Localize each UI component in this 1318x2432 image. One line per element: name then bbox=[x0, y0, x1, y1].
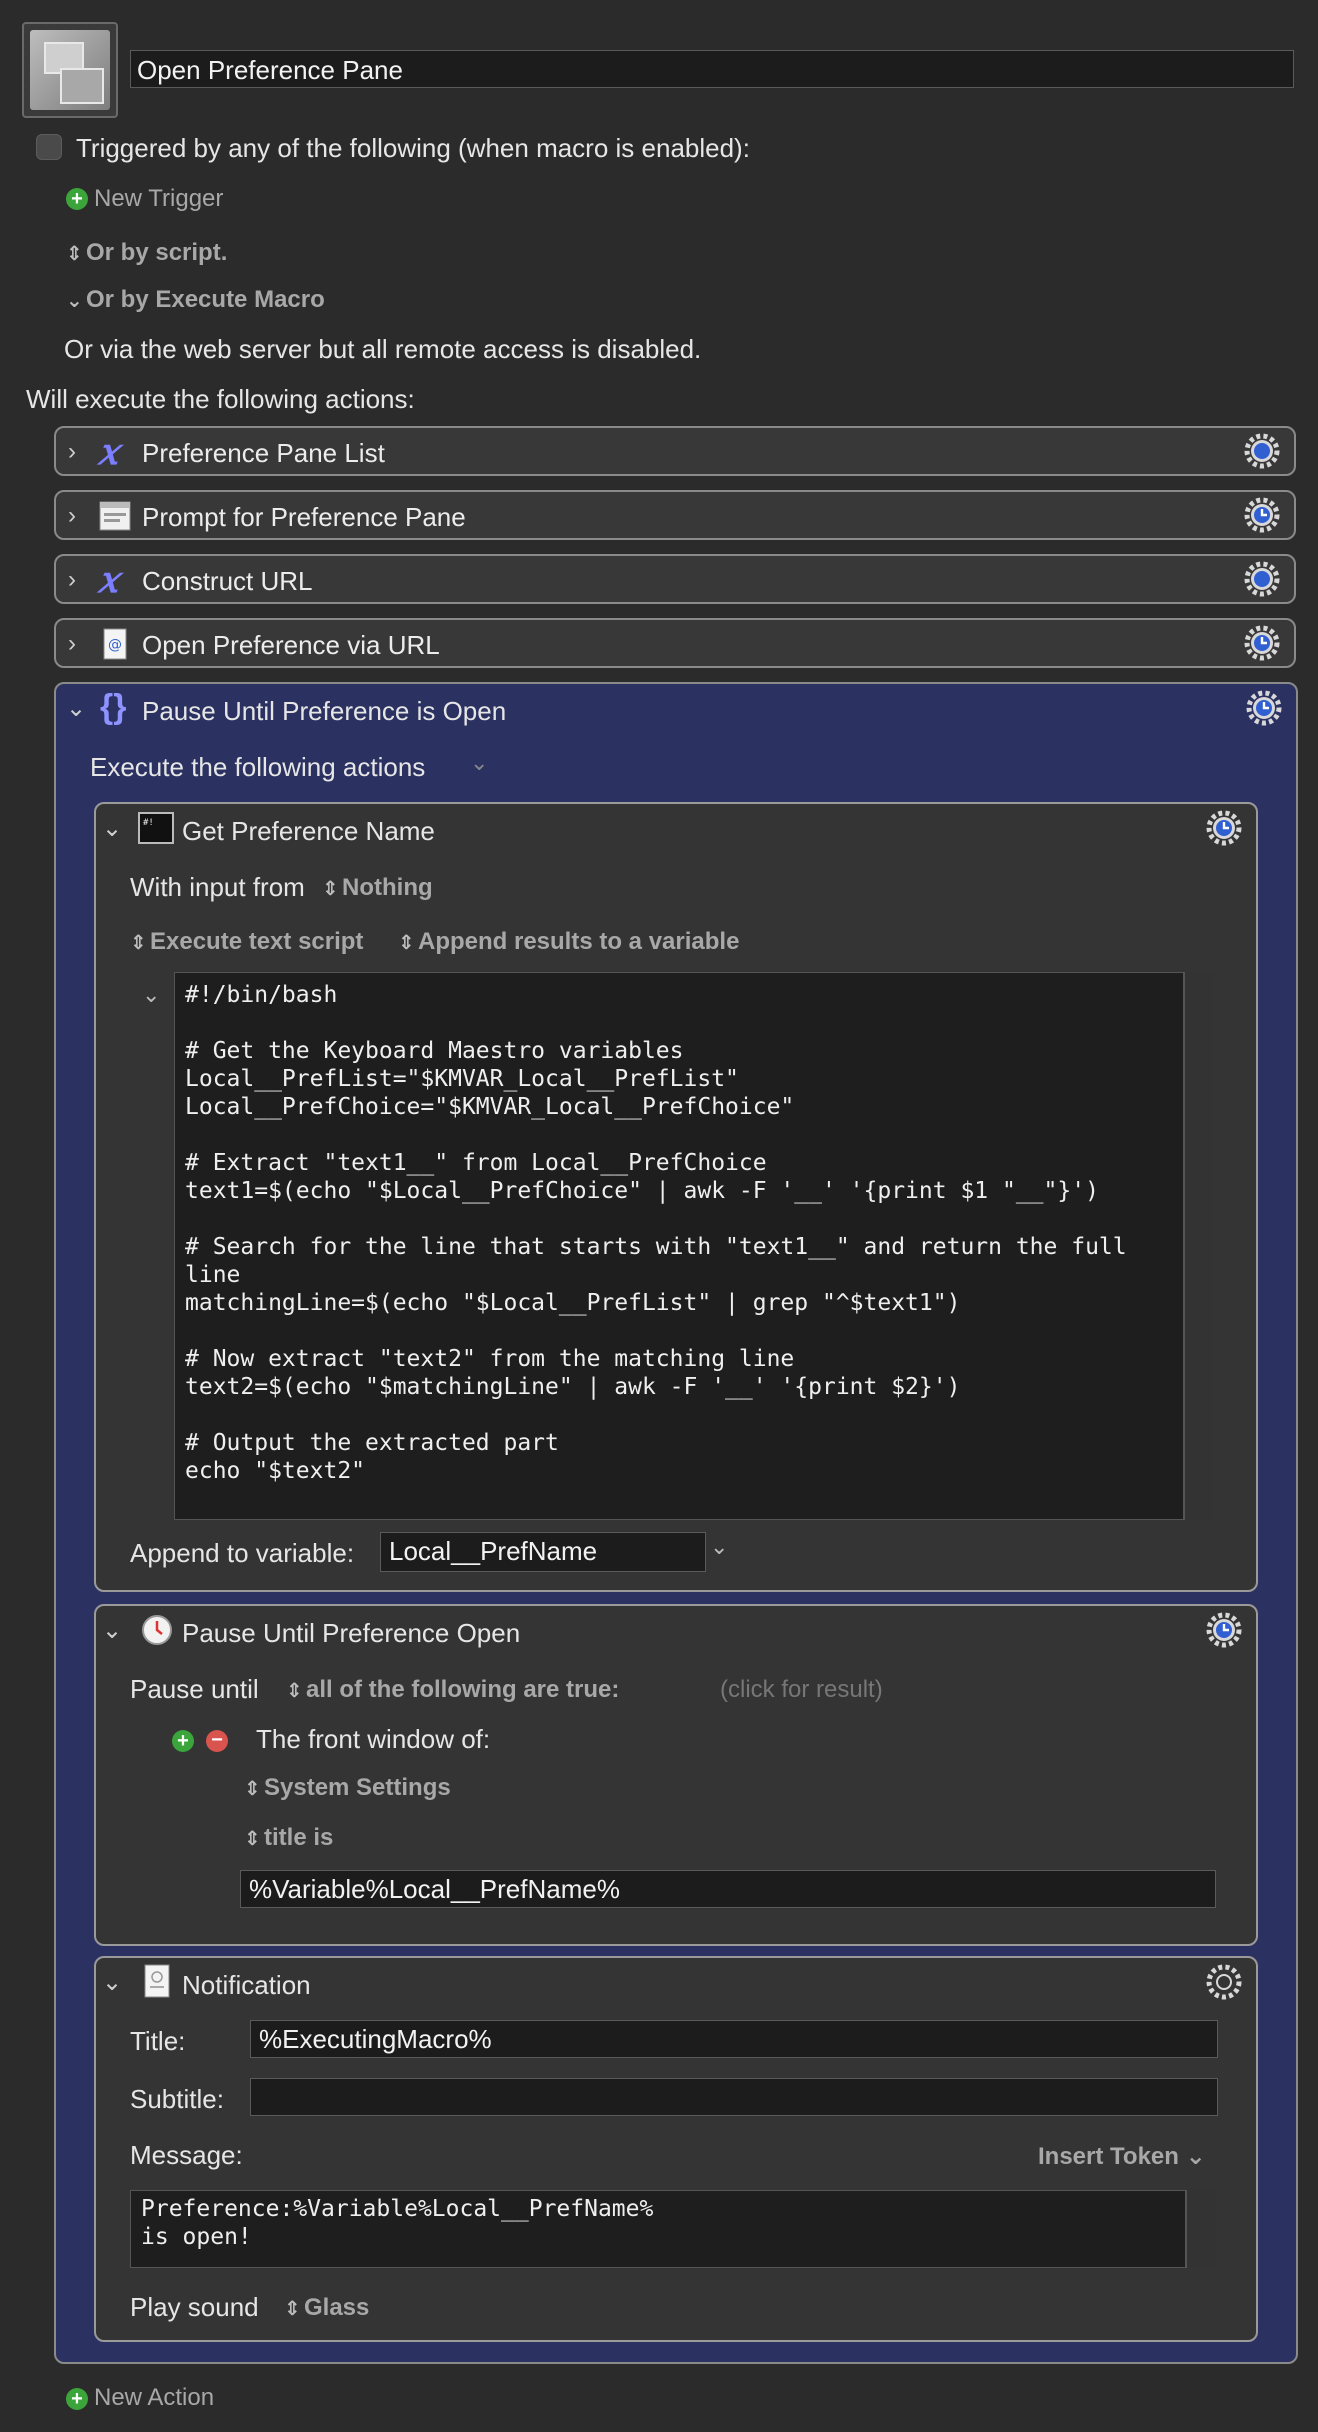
or-by-script[interactable]: ⇕ Or by script. bbox=[66, 239, 227, 267]
action-label: Prompt for Preference Pane bbox=[142, 502, 466, 532]
script-text-area[interactable]: #!/bin/bash # Get the Keyboard Maestro v… bbox=[174, 972, 1184, 1520]
new-trigger-plus-icon[interactable]: + bbox=[66, 188, 88, 210]
click-for-result[interactable]: (click for result) bbox=[720, 1676, 883, 1704]
variable-name-field[interactable]: Local__PrefName bbox=[380, 1532, 706, 1572]
terminal-icon: #! bbox=[138, 812, 174, 844]
shell-action-label: Get Preference Name bbox=[182, 816, 435, 846]
macro-icon[interactable] bbox=[22, 22, 118, 118]
shell-script-action[interactable]: ⌄ #! Get Preference Name With input from… bbox=[94, 802, 1258, 1592]
chevron-right-icon[interactable]: › bbox=[68, 630, 76, 658]
action-prompt-for-preference-pane[interactable]: › Prompt for Preference Pane bbox=[54, 490, 1296, 540]
updown-chevron-icon: ⇕ bbox=[66, 243, 83, 265]
input-source-popup[interactable]: ⇕ Nothing bbox=[322, 874, 433, 902]
add-condition-icon[interactable]: + bbox=[172, 1730, 194, 1752]
action-preference-pane-list[interactable]: › 𝑥 Preference Pane List bbox=[54, 426, 1296, 476]
braces-icon: {} bbox=[100, 688, 127, 726]
updown-chevron-icon: ⇕ bbox=[130, 932, 147, 954]
stopwatch-icon bbox=[142, 1615, 172, 1645]
prompt-window-icon bbox=[99, 501, 131, 531]
action-construct-url[interactable]: › 𝑥 Construct URL bbox=[54, 554, 1296, 604]
chevron-down-icon[interactable]: ⌄ bbox=[470, 750, 488, 776]
new-action-button[interactable]: New Action bbox=[94, 2384, 214, 2412]
gear-icon[interactable] bbox=[1206, 1964, 1242, 2000]
url-document-icon: @ bbox=[103, 628, 127, 660]
updown-chevron-icon: ⇕ bbox=[244, 1828, 261, 1850]
chevron-down-icon[interactable]: ⌄ bbox=[102, 814, 122, 843]
action-label: Open Preference via URL bbox=[142, 630, 440, 660]
pause-action-label: Pause Until Preference Open bbox=[182, 1618, 521, 1648]
script-scrollbar[interactable] bbox=[1184, 972, 1213, 1520]
title-condition-popup[interactable]: ⇕ title is bbox=[244, 1824, 333, 1852]
front-window-condition-label: The front window of: bbox=[256, 1724, 491, 1754]
updown-chevron-icon: ⇕ bbox=[244, 1778, 261, 1800]
with-input-from-label: With input from bbox=[130, 872, 305, 902]
script-mode-popup[interactable]: ⇕ Execute text script bbox=[130, 928, 363, 956]
chevron-down-icon[interactable]: ⌄ bbox=[710, 1534, 728, 1560]
macro-name-field[interactable]: Open Preference Pane bbox=[130, 50, 1294, 88]
gear-icon[interactable] bbox=[1244, 561, 1280, 597]
pause-until-label: Pause until bbox=[130, 1674, 259, 1704]
web-server-note: Or via the web server but all remote acc… bbox=[64, 334, 702, 364]
chevron-down-icon[interactable]: ⌄ bbox=[102, 1616, 122, 1645]
new-action-plus-icon[interactable]: + bbox=[66, 2388, 88, 2410]
pause-group-label: Pause Until Preference is Open bbox=[142, 696, 507, 726]
updown-chevron-icon: ⇕ bbox=[322, 878, 339, 900]
triggers-checkbox[interactable] bbox=[36, 134, 62, 160]
append-to-variable-label: Append to variable: bbox=[130, 1538, 355, 1568]
subtitle-label: Subtitle: bbox=[130, 2084, 224, 2114]
chevron-right-icon[interactable]: › bbox=[68, 502, 76, 530]
gear-clock-icon[interactable] bbox=[1244, 625, 1280, 661]
notification-subtitle-field[interactable] bbox=[250, 2078, 1218, 2116]
svg-text:#!: #! bbox=[143, 818, 154, 828]
notification-action[interactable]: ⌄ Notification Title: %ExecutingMacro% S… bbox=[94, 1956, 1258, 2342]
gear-clock-icon[interactable] bbox=[1206, 810, 1242, 846]
svg-text:@: @ bbox=[108, 637, 122, 653]
updown-chevron-icon: ⇕ bbox=[398, 932, 415, 954]
message-label: Message: bbox=[130, 2140, 243, 2170]
chevron-down-icon[interactable]: ⌄ bbox=[102, 1968, 122, 1997]
variable-icon: 𝑥 bbox=[98, 431, 119, 473]
updown-chevron-icon: ⇕ bbox=[284, 2298, 301, 2320]
gear-icon[interactable] bbox=[1244, 433, 1280, 469]
play-sound-label: Play sound bbox=[130, 2292, 259, 2322]
condition-mode-popup[interactable]: ⇕ all of the following are true: bbox=[286, 1676, 619, 1704]
result-mode-popup[interactable]: ⇕ Append results to a variable bbox=[398, 928, 739, 956]
gear-clock-icon[interactable] bbox=[1246, 690, 1282, 726]
action-open-preference-via-url[interactable]: › @ Open Preference via URL bbox=[54, 618, 1296, 668]
action-label: Construct URL bbox=[142, 566, 313, 596]
gear-clock-icon[interactable] bbox=[1206, 1612, 1242, 1648]
message-scrollbar[interactable] bbox=[1186, 2190, 1215, 2268]
chevron-right-icon[interactable]: › bbox=[68, 566, 76, 594]
or-by-execute-macro[interactable]: ⌄ Or by Execute Macro bbox=[66, 286, 325, 314]
new-trigger-button[interactable]: New Trigger bbox=[94, 185, 223, 213]
action-label: Preference Pane List bbox=[142, 438, 385, 468]
execute-following-label: Execute the following actions bbox=[90, 752, 426, 782]
title-label: Title: bbox=[130, 2026, 186, 2056]
window-title-field[interactable]: %Variable%Local__PrefName% bbox=[240, 1870, 1216, 1908]
variable-icon: 𝑥 bbox=[98, 559, 119, 601]
actions-header: Will execute the following actions: bbox=[26, 384, 415, 414]
notification-title-field[interactable]: %ExecutingMacro% bbox=[250, 2020, 1218, 2058]
remove-condition-icon[interactable]: − bbox=[206, 1730, 228, 1752]
chevron-down-icon[interactable]: ⌄ bbox=[66, 694, 86, 723]
pause-until-action[interactable]: ⌄ Pause Until Preference Open Pause unti… bbox=[94, 1604, 1258, 1946]
chevron-down-icon[interactable]: ⌄ bbox=[142, 982, 160, 1008]
triggers-header: Triggered by any of the following (when … bbox=[76, 133, 750, 163]
updown-chevron-icon: ⇕ bbox=[286, 1680, 303, 1702]
chevron-down-icon: ⌄ bbox=[66, 290, 83, 312]
sound-popup[interactable]: ⇕ Glass bbox=[284, 2294, 369, 2322]
chevron-right-icon[interactable]: › bbox=[68, 438, 76, 466]
notification-icon bbox=[144, 1964, 170, 1998]
notification-message-field[interactable]: Preference:%Variable%Local__PrefName% is… bbox=[130, 2190, 1186, 2268]
notification-action-label: Notification bbox=[182, 1970, 311, 2000]
insert-token-menu[interactable]: Insert Token ⌄ bbox=[1038, 2142, 1206, 2171]
application-popup[interactable]: ⇕ System Settings bbox=[244, 1774, 451, 1802]
gear-clock-icon[interactable] bbox=[1244, 497, 1280, 533]
